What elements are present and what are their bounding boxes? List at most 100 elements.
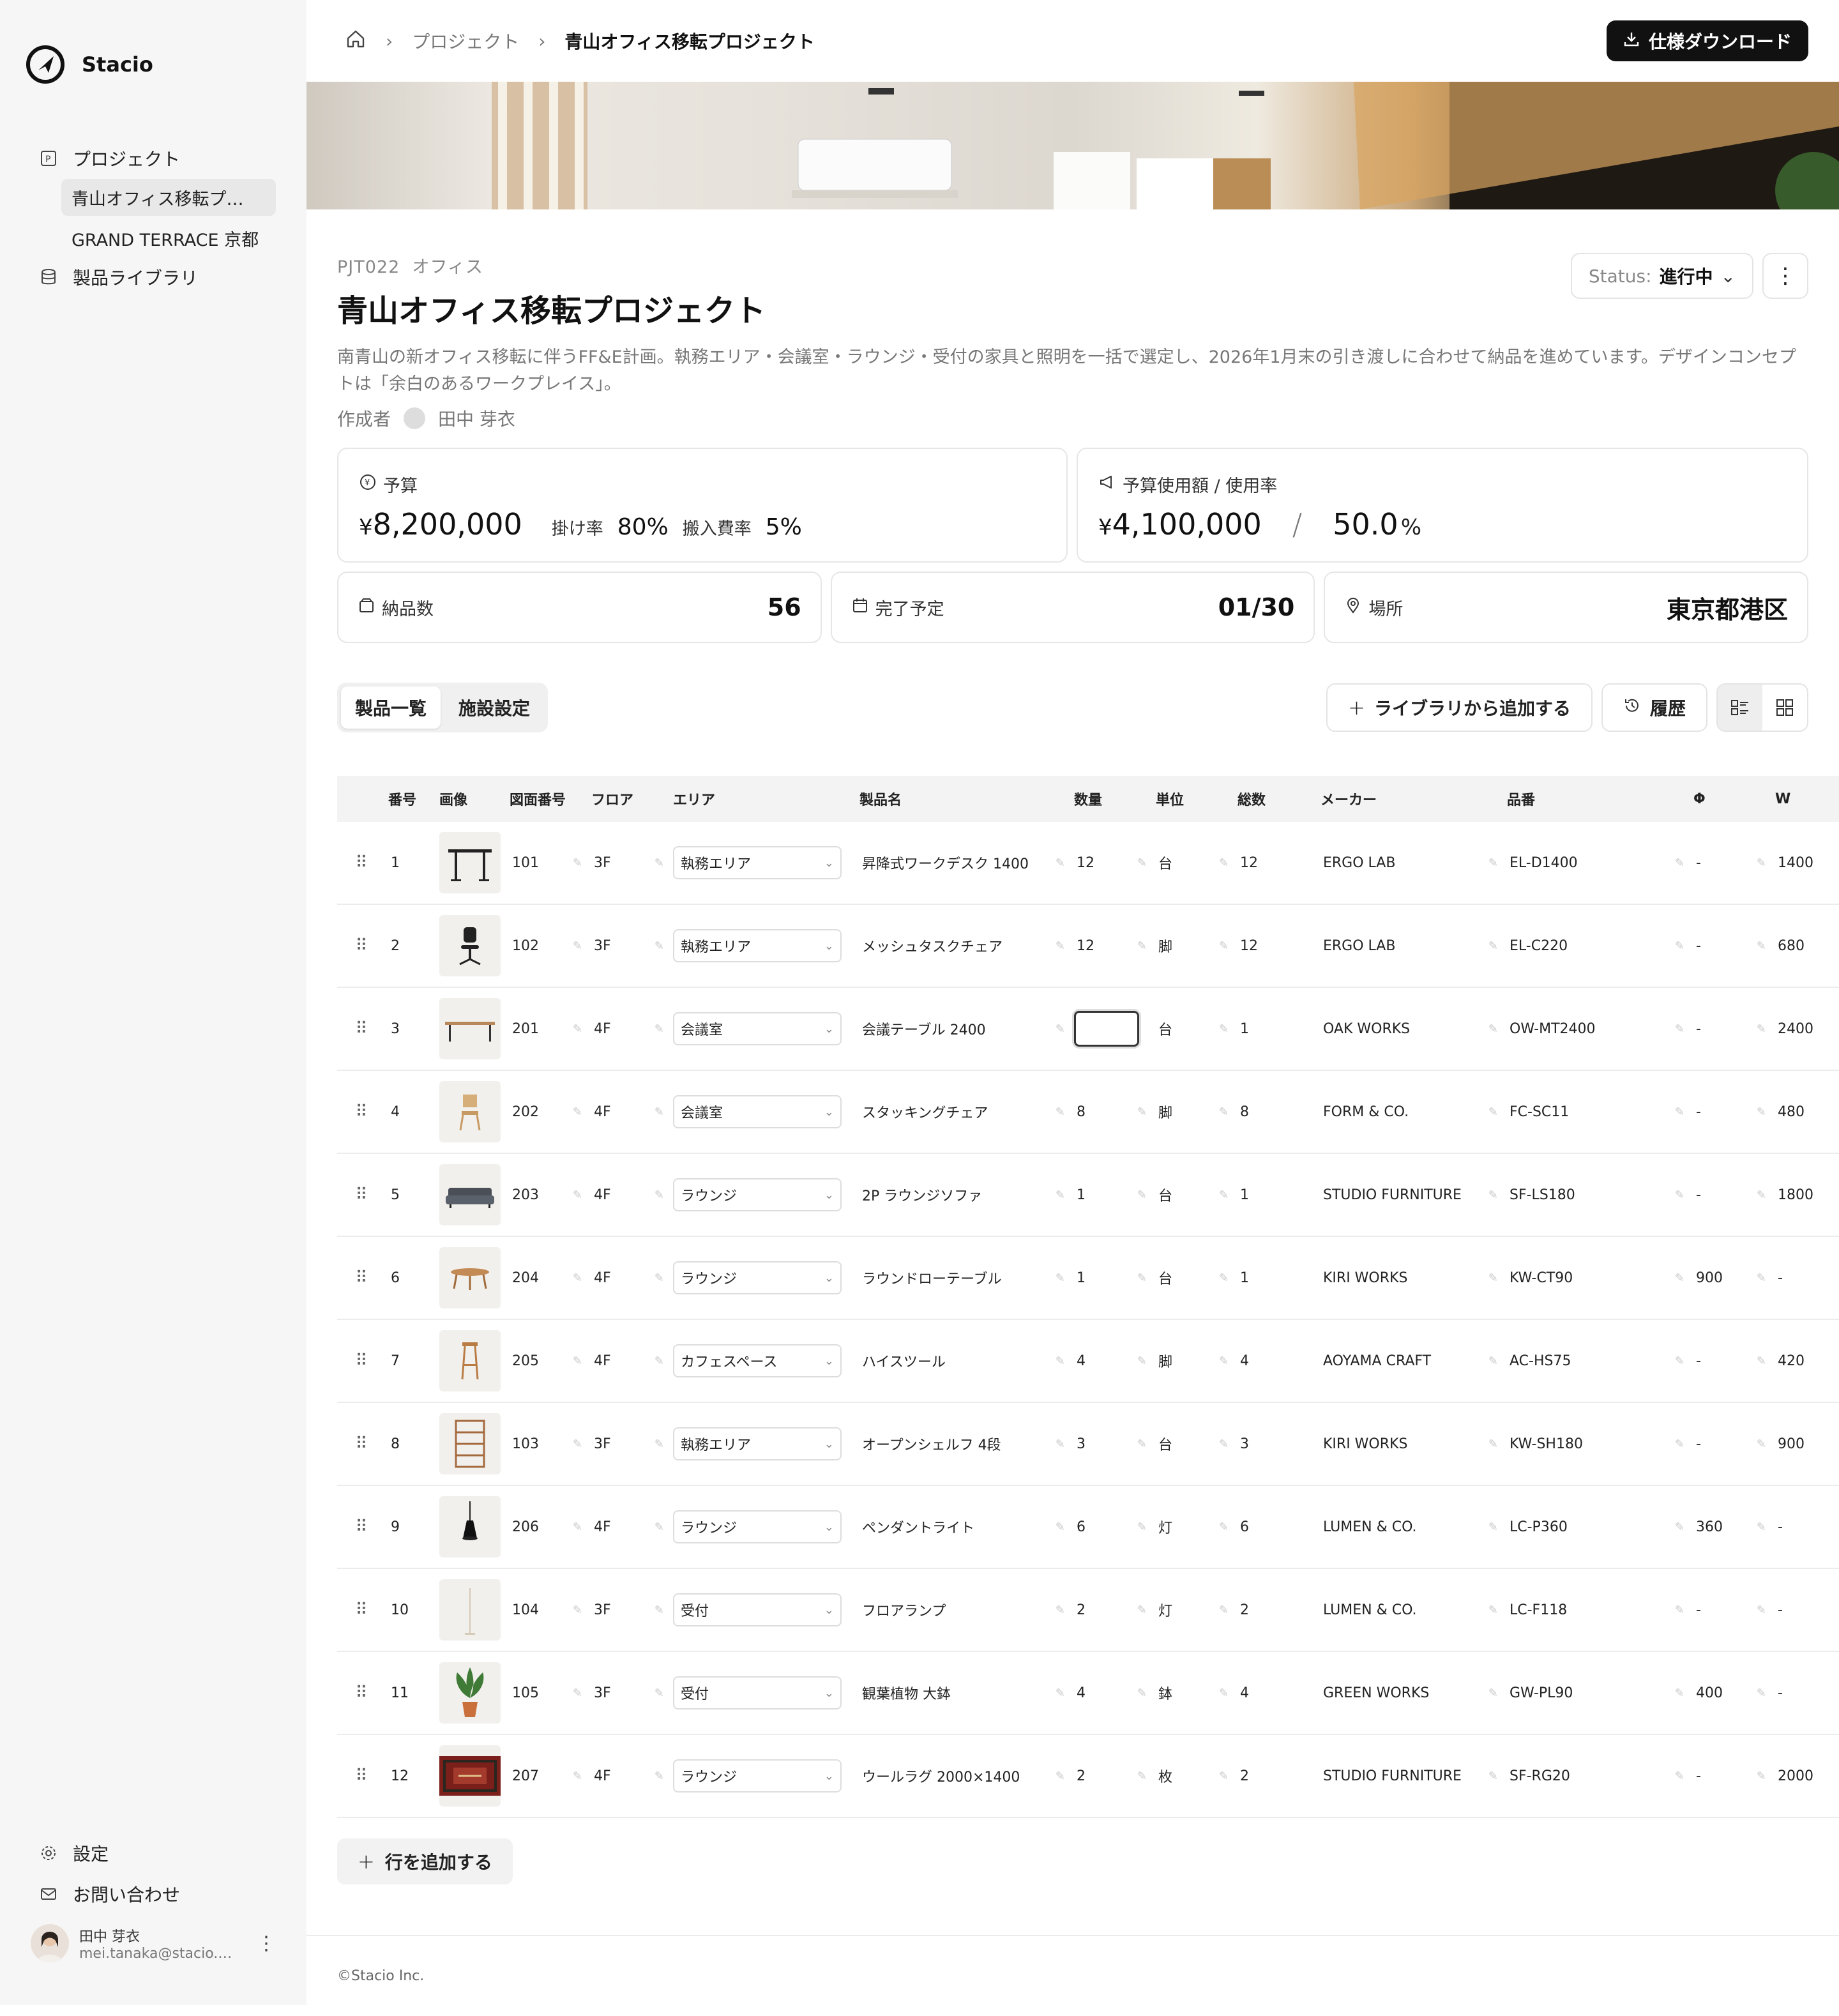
edit-pencil-icon[interactable]: ✎ [1137, 1770, 1147, 1783]
user-menu[interactable]: 田中 芽衣 mei.tanaka@stacio.c… ⋮ [31, 1921, 276, 1966]
edit-pencil-icon[interactable]: ✎ [1056, 1188, 1065, 1202]
edit-pencil-icon[interactable]: ✎ [573, 1520, 582, 1534]
brand[interactable]: Stacio [26, 45, 153, 84]
drag-handle-icon[interactable]: ⠿ [337, 1683, 383, 1702]
edit-pencil-icon[interactable]: ✎ [1219, 1188, 1229, 1202]
drag-handle-icon[interactable]: ⠿ [337, 1185, 383, 1204]
rug-image[interactable] [439, 1745, 501, 1807]
area-select[interactable]: 受付 ⌄ [673, 1676, 842, 1709]
edit-pencil-icon[interactable]: ✎ [1219, 1022, 1229, 1036]
dwg-cell[interactable]: 202 ✎ [504, 1104, 586, 1120]
total-cell[interactable]: 6 [1232, 1519, 1315, 1535]
unit-cell[interactable]: 灯 ✎ [1151, 1600, 1232, 1620]
qty-input[interactable] [1074, 1011, 1139, 1047]
name-cell[interactable]: フロアランプ ✎ [854, 1600, 1069, 1620]
drag-handle-icon[interactable]: ⠿ [337, 1766, 383, 1785]
phi-cell[interactable]: - ✎ [1688, 1436, 1770, 1452]
total-cell[interactable]: 4 [1232, 1353, 1315, 1369]
w-cell[interactable]: 480 [1770, 1104, 1821, 1120]
edit-pencil-icon[interactable]: ✎ [1056, 1022, 1065, 1036]
part-cell[interactable]: KW-SH180 ✎ [1502, 1436, 1688, 1452]
floor-cell[interactable]: 3F ✎ [586, 1436, 668, 1452]
edit-pencil-icon[interactable]: ✎ [1757, 1520, 1766, 1534]
edit-pencil-icon[interactable]: ✎ [655, 1603, 664, 1617]
edit-pencil-icon[interactable]: ✎ [1488, 1354, 1498, 1368]
edit-pencil-icon[interactable]: ✎ [655, 1105, 664, 1119]
edit-pencil-icon[interactable]: ✎ [1675, 1188, 1684, 1202]
edit-pencil-icon[interactable]: ✎ [573, 1603, 582, 1617]
w-cell[interactable]: 680 [1770, 938, 1821, 954]
dwg-cell[interactable]: 207 ✎ [504, 1768, 586, 1784]
floor-cell[interactable]: 3F ✎ [586, 1602, 668, 1618]
edit-pencil-icon[interactable]: ✎ [1219, 939, 1229, 953]
edit-pencil-icon[interactable]: ✎ [573, 1686, 582, 1700]
qty-cell[interactable]: 1 ✎ [1069, 1187, 1151, 1203]
edit-pencil-icon[interactable]: ✎ [1488, 1022, 1498, 1036]
dwg-cell[interactable]: 201 ✎ [504, 1021, 586, 1037]
area-select[interactable]: 受付 ⌄ [673, 1593, 842, 1626]
w-cell[interactable]: 2400 [1770, 1021, 1821, 1037]
edit-pencil-icon[interactable]: ✎ [1488, 856, 1498, 870]
edit-pencil-icon[interactable]: ✎ [1056, 939, 1065, 953]
total-cell[interactable]: 1 [1232, 1187, 1315, 1203]
history-button[interactable]: 履歴 [1601, 683, 1707, 732]
total-cell[interactable]: 4 [1232, 1685, 1315, 1701]
floor-cell[interactable]: 4F ✎ [586, 1270, 668, 1286]
floor-cell[interactable]: 4F ✎ [586, 1021, 668, 1037]
edit-pencil-icon[interactable]: ✎ [1137, 856, 1147, 870]
edit-pencil-icon[interactable]: ✎ [1757, 1105, 1766, 1119]
name-cell[interactable]: 2P ラウンジソファ ✎ [854, 1185, 1069, 1205]
name-cell[interactable]: ウールラグ 2000×1400 ✎ [854, 1766, 1069, 1786]
edit-pencil-icon[interactable]: ✎ [1757, 1437, 1766, 1451]
area-select[interactable]: 会議室 ⌄ [673, 1095, 842, 1128]
floor-cell[interactable]: 4F ✎ [586, 1768, 668, 1784]
table-image[interactable] [439, 998, 501, 1059]
sidebar-subitem-aoyama[interactable]: 青山オフィス移転プ… [61, 179, 276, 216]
edit-pencil-icon[interactable]: ✎ [1675, 856, 1684, 870]
edit-pencil-icon[interactable]: ✎ [1219, 856, 1229, 870]
maker-cell[interactable]: ERGO LAB ✎ [1315, 938, 1502, 954]
maker-cell[interactable]: OAK WORKS ✎ [1315, 1021, 1502, 1037]
edit-pencil-icon[interactable]: ✎ [1757, 939, 1766, 953]
add-from-library-button[interactable]: + ライブラリから追加する [1326, 683, 1593, 732]
area-select[interactable]: ラウンジ ⌄ [673, 1759, 842, 1792]
dwg-cell[interactable]: 105 ✎ [504, 1685, 586, 1701]
edit-pencil-icon[interactable]: ✎ [655, 1437, 664, 1451]
phi-cell[interactable]: - ✎ [1688, 938, 1770, 954]
sidebar-item-library[interactable]: 製品ライブラリ [36, 257, 276, 298]
edit-pencil-icon[interactable]: ✎ [1488, 1188, 1498, 1202]
part-cell[interactable]: EL-D1400 ✎ [1502, 855, 1688, 871]
edit-pencil-icon[interactable]: ✎ [1675, 1686, 1684, 1700]
edit-pencil-icon[interactable]: ✎ [573, 1437, 582, 1451]
part-cell[interactable]: FC-SC11 ✎ [1502, 1104, 1688, 1120]
maker-cell[interactable]: AOYAMA CRAFT ✎ [1315, 1353, 1502, 1369]
total-cell[interactable]: 12 [1232, 855, 1315, 871]
edit-pencil-icon[interactable]: ✎ [655, 1770, 664, 1783]
edit-pencil-icon[interactable]: ✎ [1757, 1770, 1766, 1783]
total-cell[interactable]: 1 [1232, 1021, 1315, 1037]
edit-pencil-icon[interactable]: ✎ [1757, 1271, 1766, 1285]
chair-image[interactable] [439, 915, 501, 976]
edit-pencil-icon[interactable]: ✎ [1675, 1105, 1684, 1119]
edit-pencil-icon[interactable]: ✎ [1488, 1520, 1498, 1534]
round-table-image[interactable] [439, 1247, 501, 1308]
unit-cell[interactable]: 台 ✎ [1151, 853, 1232, 873]
edit-pencil-icon[interactable]: ✎ [655, 1686, 664, 1700]
area-select[interactable]: カフェスペース ⌄ [673, 1344, 842, 1377]
list-view-icon[interactable] [1718, 685, 1762, 731]
drag-handle-icon[interactable]: ⠿ [337, 1434, 383, 1453]
w-cell[interactable]: - [1770, 1270, 1821, 1286]
floor-cell[interactable]: 4F ✎ [586, 1519, 668, 1535]
edit-pencil-icon[interactable]: ✎ [1675, 1770, 1684, 1783]
edit-pencil-icon[interactable]: ✎ [1675, 1520, 1684, 1534]
total-cell[interactable]: 8 [1232, 1104, 1315, 1120]
dwg-cell[interactable]: 205 ✎ [504, 1353, 586, 1369]
drag-handle-icon[interactable]: ⠿ [337, 1019, 383, 1038]
name-cell[interactable]: オープンシェルフ 4段 ✎ [854, 1434, 1069, 1454]
edit-pencil-icon[interactable]: ✎ [1137, 1188, 1147, 1202]
add-row-button[interactable]: + 行を追加する [337, 1838, 513, 1884]
area-select[interactable]: 執務エリア ⌄ [673, 929, 842, 962]
phi-cell[interactable]: 360 ✎ [1688, 1519, 1770, 1535]
edit-pencil-icon[interactable]: ✎ [1219, 1105, 1229, 1119]
maker-cell[interactable]: LUMEN & CO. ✎ [1315, 1602, 1502, 1618]
